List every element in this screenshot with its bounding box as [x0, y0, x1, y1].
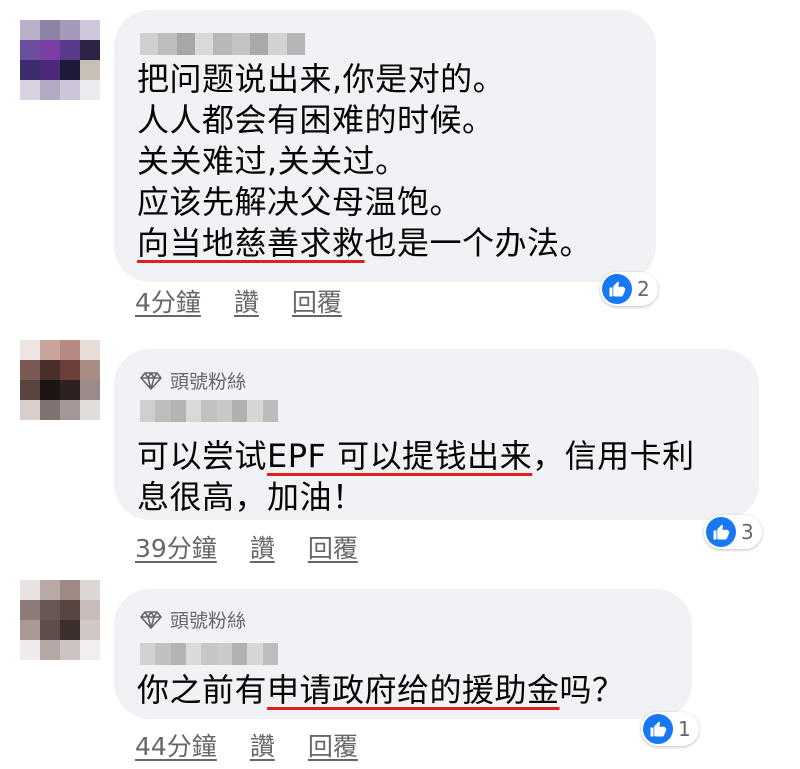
comment-line: 关关难过,关关过。	[137, 141, 592, 182]
comment-actions: 44分鐘 讚 回覆	[135, 727, 391, 763]
underlined-phrase: 向当地慈善求救	[137, 224, 365, 262]
reaction-number: 1	[678, 717, 691, 741]
reaction-number: 3	[741, 520, 754, 544]
diamond-icon	[140, 371, 162, 390]
like-button[interactable]: 讚	[250, 529, 275, 565]
diamond-icon	[140, 610, 162, 629]
comment-line: 可以尝试EPF 可以提钱出来，信用卡利	[137, 436, 695, 477]
avatar[interactable]	[20, 580, 100, 660]
reaction-count[interactable]: 3	[704, 515, 762, 549]
text-segment: 你之前有	[137, 671, 268, 709]
avatar[interactable]	[20, 340, 100, 420]
text-segment: 可以尝试	[137, 437, 268, 475]
reply-button[interactable]: 回覆	[308, 529, 358, 565]
text-segment: 关关难过,关关过。	[137, 142, 408, 180]
text-segment: ，信用卡利	[532, 437, 695, 475]
text-segment: 应该先解决父母温饱。	[137, 183, 463, 221]
timestamp-link[interactable]: 39分鐘	[135, 529, 217, 565]
top-fan-badge: 頭號粉絲	[140, 367, 246, 394]
comment-line: 向当地慈善求救也是一个办法。	[137, 223, 592, 264]
comment-line: 应该先解决父母温饱。	[137, 182, 592, 223]
comment-line: 息很高，加油！	[137, 477, 695, 518]
text-segment: 吗？	[559, 671, 625, 709]
underlined-phrase: 申请政府给的援助金	[267, 671, 560, 709]
reply-button[interactable]: 回覆	[308, 727, 358, 763]
commenter-name[interactable]	[140, 400, 278, 422]
comment-text: 把问题说出来,你是对的。 人人都会有困难的时候。 关关难过,关关过。 应该先解决父母温…	[137, 59, 592, 264]
reaction-count[interactable]: 2	[600, 272, 658, 306]
thumbs-up-icon	[602, 274, 632, 304]
timestamp-link[interactable]: 4分鐘	[135, 283, 201, 319]
text-segment: 息很高，加油！	[137, 478, 365, 516]
reaction-count[interactable]: 1	[641, 712, 699, 746]
text-segment: 也是一个办法。	[364, 224, 593, 262]
comment-line: 人人都会有困难的时候。	[137, 100, 592, 141]
reply-button[interactable]: 回覆	[292, 283, 342, 319]
comment-line: 把问题说出来,你是对的。	[137, 59, 592, 100]
comment-actions: 39分鐘 讚 回覆	[135, 529, 391, 565]
comment-actions: 4分鐘 讚 回覆	[135, 283, 375, 319]
thumbs-up-icon	[643, 714, 673, 744]
text-segment: 把问题说出来,你是对的。	[137, 60, 506, 98]
thumbs-up-icon	[706, 517, 736, 547]
comment-line: 你之前有申请政府给的援助金吗？	[137, 670, 625, 711]
underlined-phrase: EPF 可以提钱出来	[267, 437, 533, 475]
badge-label: 頭號粉絲	[170, 371, 247, 393]
comment-text: 你之前有申请政府给的援助金吗？	[137, 670, 625, 711]
commenter-name[interactable]	[140, 33, 305, 55]
avatar[interactable]	[20, 20, 100, 100]
comment-text: 可以尝试EPF 可以提钱出来，信用卡利 息很高，加油！	[137, 436, 695, 518]
like-button[interactable]: 讚	[234, 283, 259, 319]
timestamp-link[interactable]: 44分鐘	[135, 727, 217, 763]
badge-label: 頭號粉絲	[170, 610, 247, 632]
reaction-number: 2	[637, 277, 650, 301]
like-button[interactable]: 讚	[250, 727, 275, 763]
commenter-name[interactable]	[140, 643, 278, 665]
text-segment: 人人都会有困难的时候。	[137, 101, 495, 139]
top-fan-badge: 頭號粉絲	[140, 606, 246, 633]
